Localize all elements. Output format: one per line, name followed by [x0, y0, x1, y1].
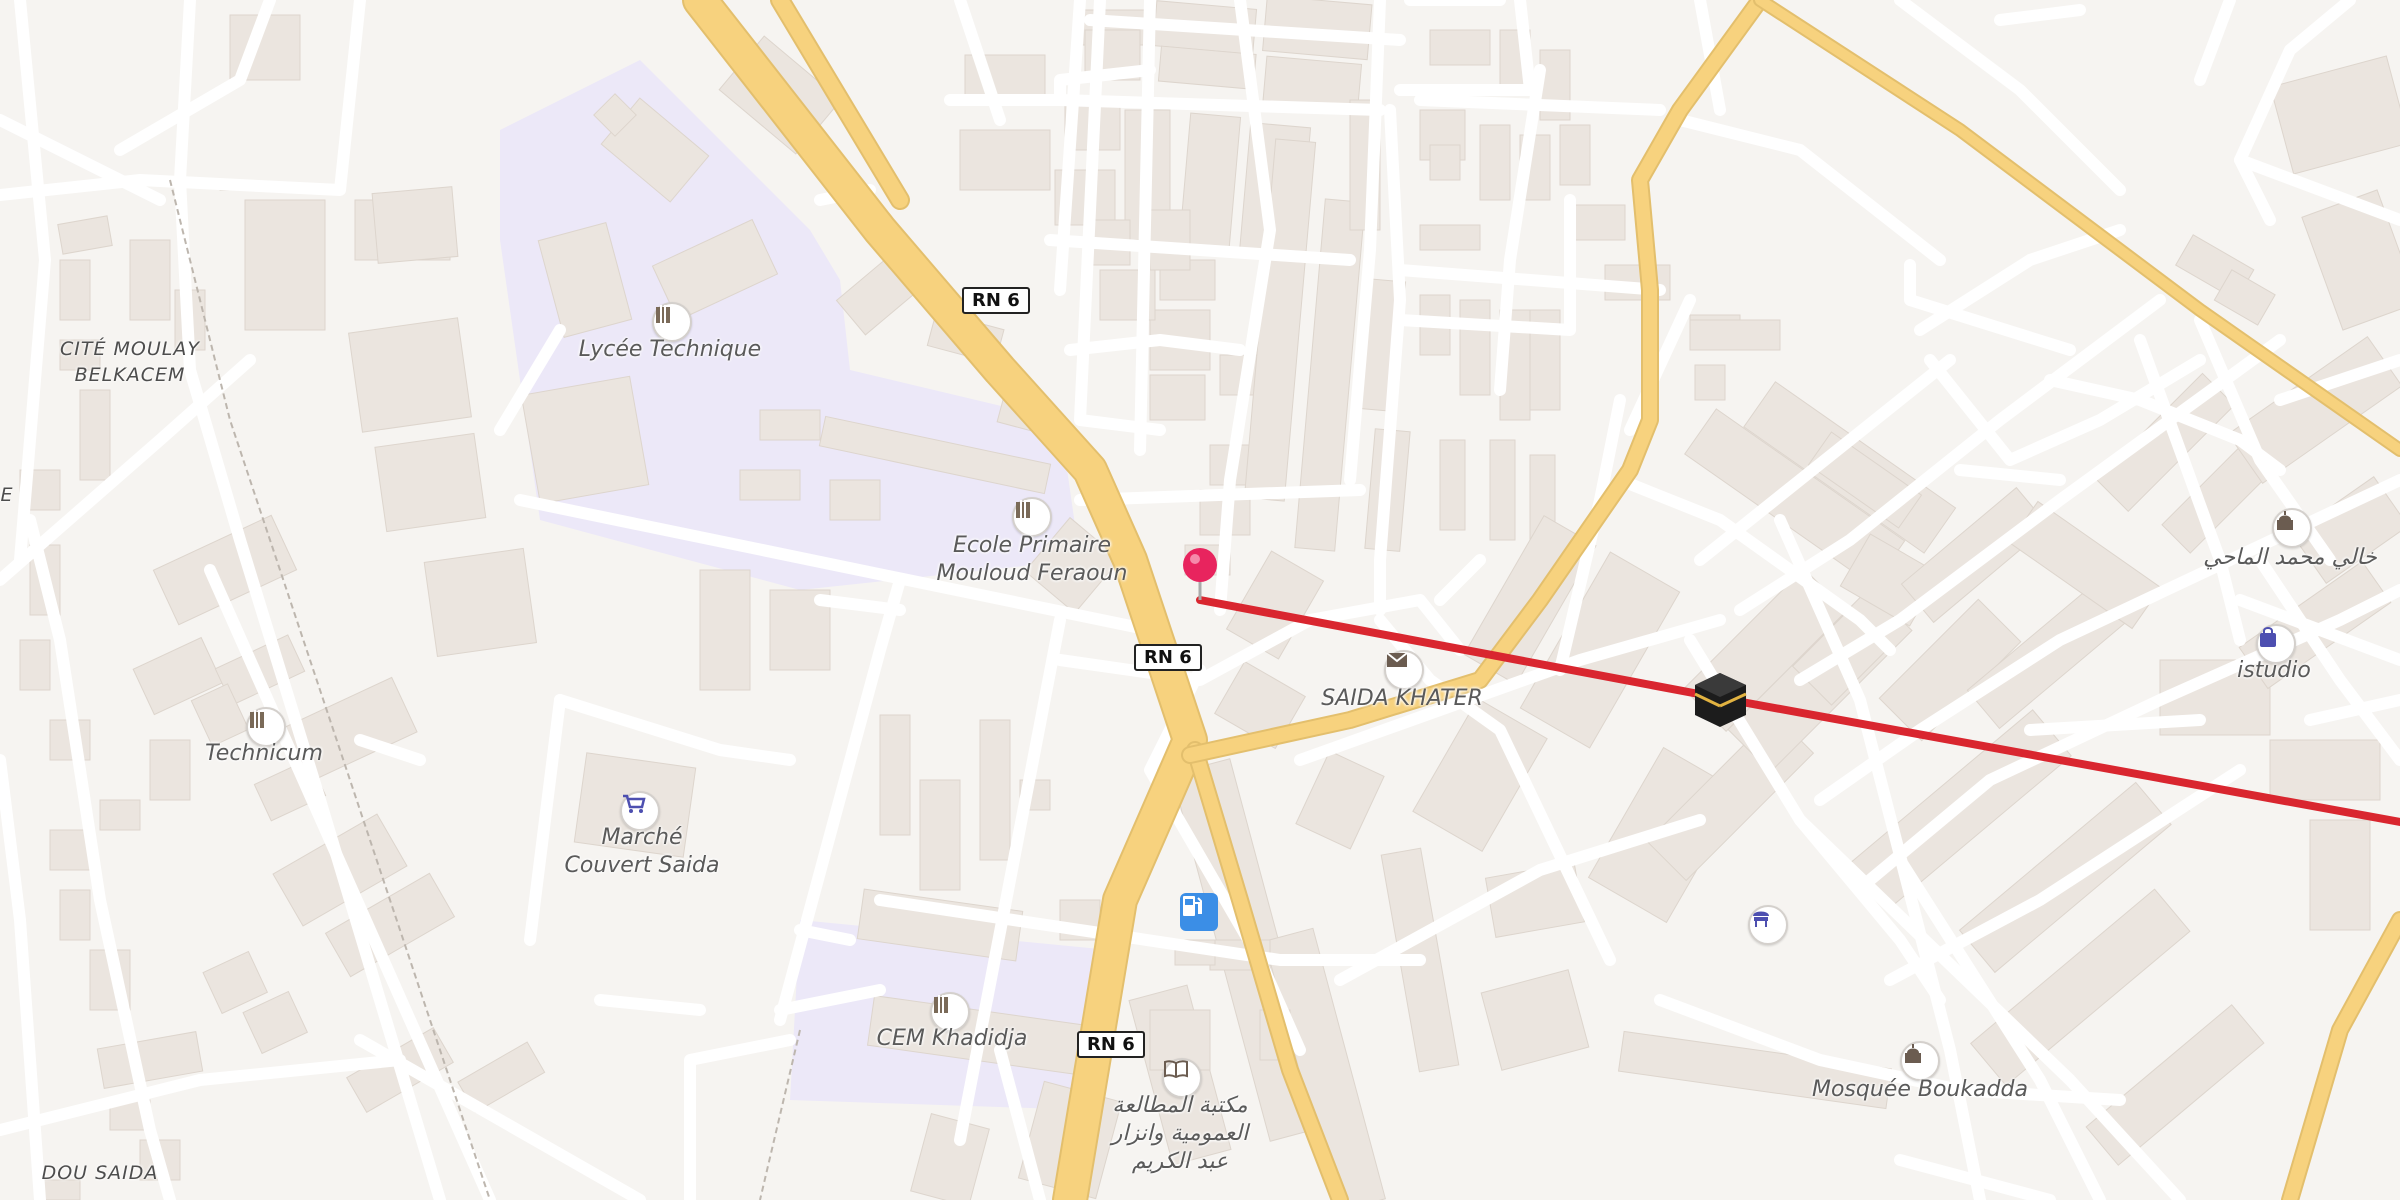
- label-cem-khadidja: CEM Khadidja: [876, 1026, 1028, 1051]
- road-shield-rn6: RN 6: [962, 287, 1030, 314]
- label-mosquee-boukadda: Mosquée Boukadda: [1811, 1077, 2028, 1102]
- label-library: مكتبة المطالعة العمومية وانزار عبد الكري…: [1111, 1093, 1249, 1174]
- transit-icon[interactable]: [1748, 905, 1788, 945]
- road-shield-rn6: RN 6: [1134, 644, 1202, 671]
- mosque-icon[interactable]: [1900, 1041, 1940, 1081]
- map-canvas: [0, 0, 2400, 1200]
- school-icon[interactable]: [1012, 497, 1052, 537]
- label-marche-couvert: Marché Couvert Saida: [564, 825, 720, 878]
- label-istudio: istudio: [2237, 658, 2311, 683]
- envelope-icon[interactable]: [1384, 650, 1424, 690]
- label-lycee-technique: Lycée Technique: [578, 337, 762, 362]
- label-cite-moulay-belkacem: CITÉ MOULAY BELKACEM: [60, 338, 200, 386]
- label-dou-saida: DOU SAIDA: [41, 1162, 159, 1184]
- label-ecole-primaire: Ecole Primaire Mouloud Feraoun: [936, 533, 1128, 586]
- road-shield-rn6: RN 6: [1077, 1031, 1145, 1058]
- fuel-pump-icon[interactable]: [1180, 893, 1218, 931]
- map-pin-icon[interactable]: [1183, 548, 1217, 600]
- label-saida-khater: SAIDA KHATER: [1321, 686, 1483, 711]
- mosque-icon[interactable]: [2272, 508, 2312, 548]
- label-edge-fragment: E: [0, 484, 14, 506]
- map-view[interactable]: RN 6 RN 6 RN 6 Lycée Technique Ecole Pri…: [0, 0, 2400, 1200]
- label-arabic-shop: خالي محمد الماحي: [2203, 545, 2377, 570]
- label-technicum: Technicum: [205, 741, 323, 766]
